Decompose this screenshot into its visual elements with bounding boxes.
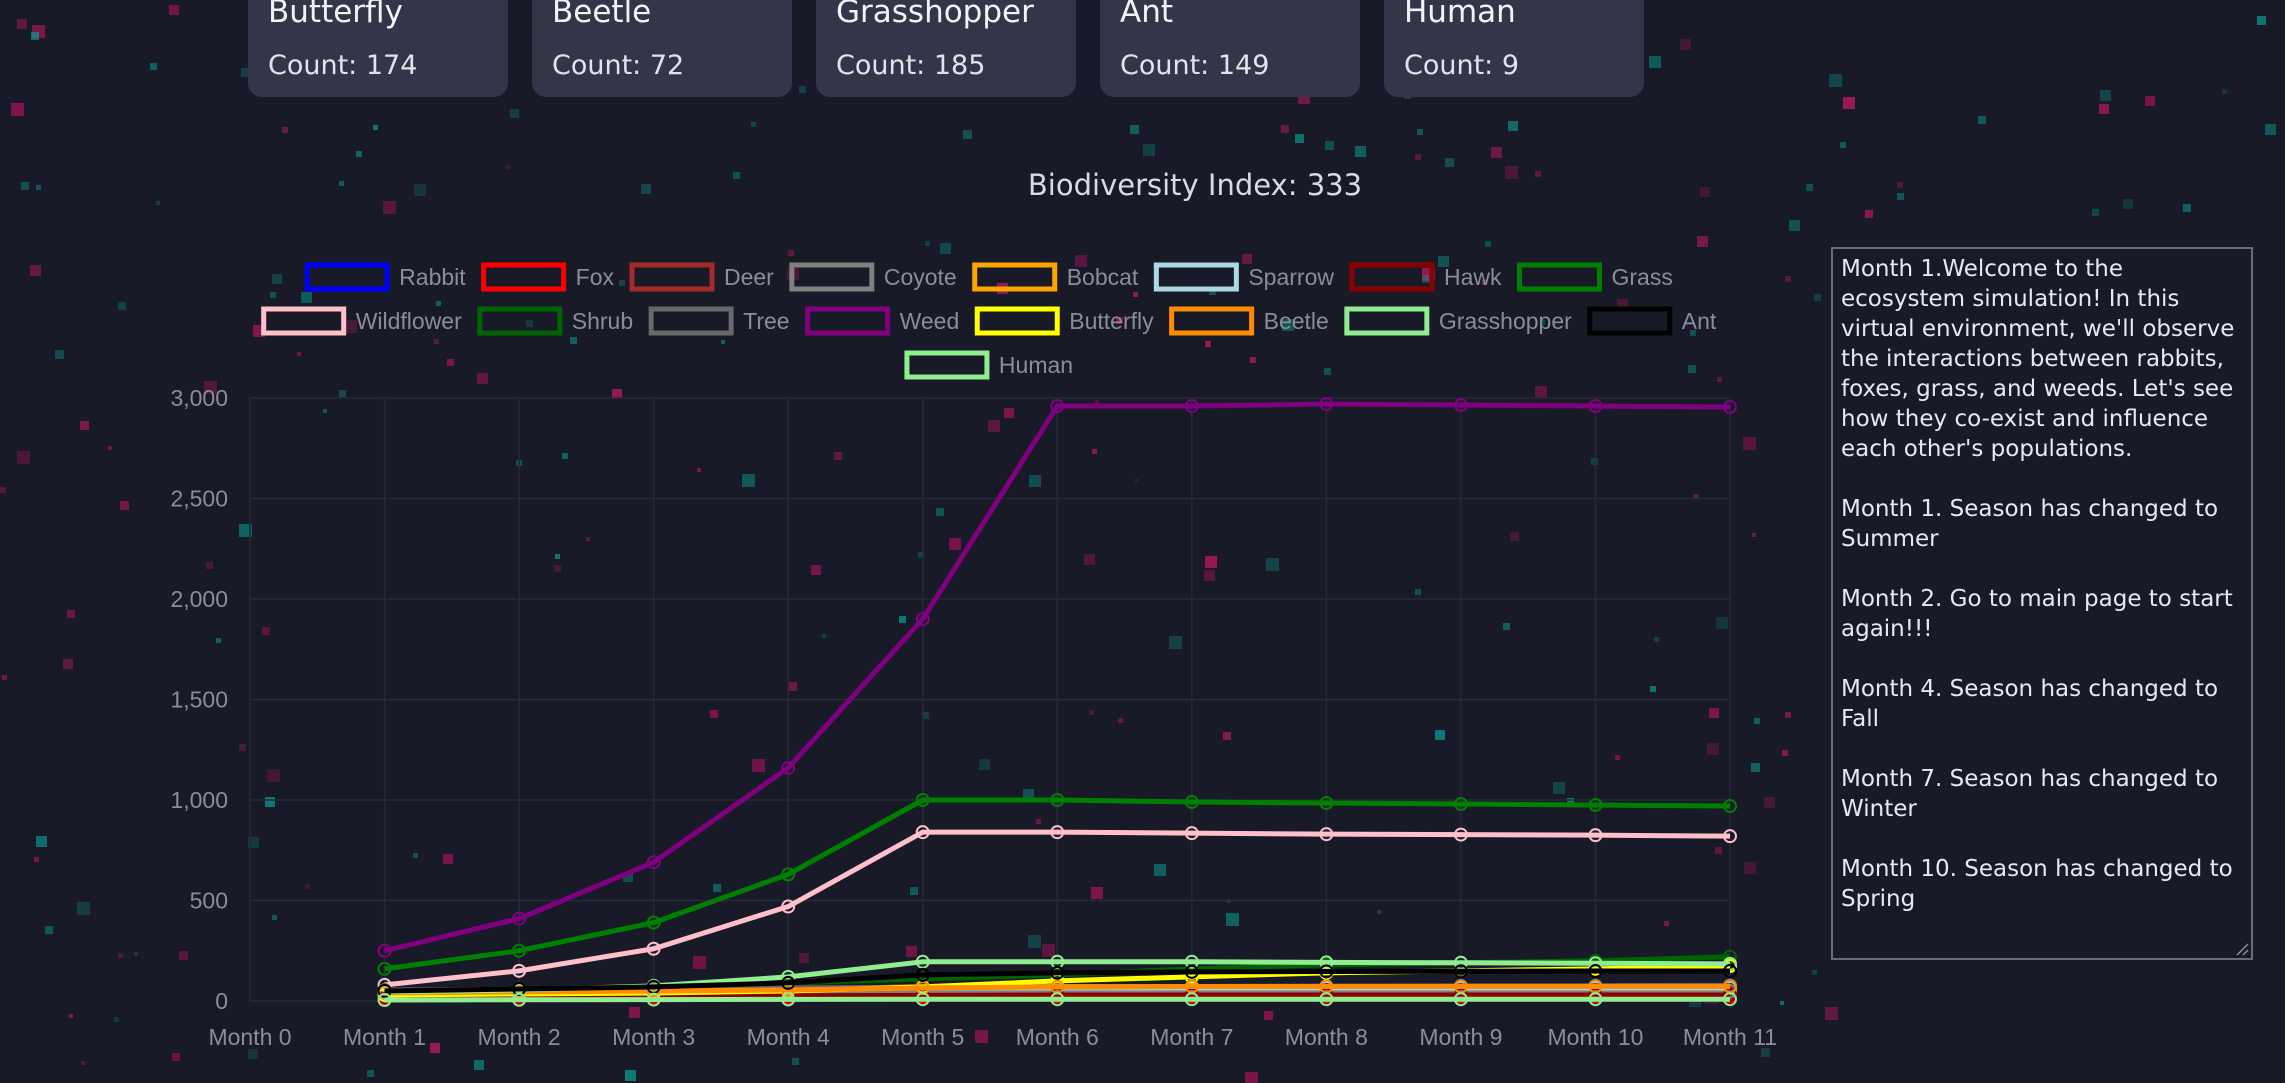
legend-item-human[interactable]: Human [904,350,1073,380]
legend-swatch [1169,306,1255,336]
legend-swatch [805,306,891,336]
legend-item-tree[interactable]: Tree [648,306,790,336]
legend-item-grasshopper[interactable]: Grasshopper [1344,306,1572,336]
x-tick-label: Month 7 [1150,1024,1233,1050]
legend-item-fox[interactable]: Fox [481,262,615,292]
x-tick-label: Month 10 [1548,1024,1644,1050]
log-entry: Month 2. Go to main page to start again!… [1841,586,2233,642]
series-line [384,996,1730,1003]
y-tick-label: 500 [190,888,228,914]
legend-label: Tree [743,308,789,334]
legend-label: Fox [576,264,615,290]
log-entry: Month 1.Welcome to the ecosystem simulat… [1841,256,2235,462]
legend-label: Rabbit [399,264,466,290]
legend-swatch [1344,306,1430,336]
y-tick-label: 2,500 [170,486,228,512]
log-entry: Month 10. Season has changed to Spring [1841,856,2233,912]
legend-item-weed[interactable]: Weed [805,306,960,336]
x-tick-label: Month 6 [1016,1024,1099,1050]
legend-label: Wildflower [356,308,462,334]
legend-swatch [972,262,1058,292]
x-tick-label: Month 1 [343,1024,426,1050]
x-tick-label: Month 5 [881,1024,964,1050]
legend-swatch [304,262,390,292]
legend-label: Grass [1611,264,1672,290]
legend-label: Coyote [884,264,957,290]
legend-swatch [481,262,567,292]
legend-item-wildflower[interactable]: Wildflower [261,306,462,336]
legend-swatch [1516,262,1602,292]
legend-label: Human [999,352,1073,378]
legend-swatch [629,262,715,292]
event-log-textarea[interactable]: Month 1.Welcome to the ecosystem simulat… [1831,247,2253,960]
legend-label: Shrub [572,308,633,334]
resize-grip-icon[interactable] [2235,942,2249,956]
log-entry: Month 4. Season has changed to Fall [1841,676,2219,732]
log-entry: Month 1. Season has changed to Summer [1841,496,2219,552]
legend-item-bobcat[interactable]: Bobcat [972,262,1139,292]
y-tick-label: 1,000 [170,787,228,813]
legend-label: Deer [724,264,774,290]
legend-label: Sparrow [1248,264,1334,290]
legend-swatch [261,306,347,336]
legend-item-hawk[interactable]: Hawk [1349,262,1502,292]
legend-label: Butterfly [1069,308,1154,334]
x-tick-label: Month 4 [747,1024,830,1050]
legend-label: Hawk [1444,264,1502,290]
x-tick-label: Month 2 [478,1024,561,1050]
legend-swatch [1349,262,1435,292]
legend-item-butterfly[interactable]: Butterfly [974,306,1154,336]
log-entry: Month 7. Season has changed to Winter [1841,766,2219,822]
legend-swatch [648,306,734,336]
legend-swatch [477,306,563,336]
x-tick-label: Month 0 [208,1024,291,1050]
legend-item-beetle[interactable]: Beetle [1169,306,1329,336]
legend-item-deer[interactable]: Deer [629,262,774,292]
legend-label: Weed [900,308,960,334]
legend-item-coyote[interactable]: Coyote [789,262,957,292]
grid [249,397,1731,1002]
x-tick-label: Month 8 [1285,1024,1368,1050]
legend-swatch [974,306,1060,336]
legend-swatch [1587,306,1673,336]
x-tick-label: Month 11 [1683,1024,1777,1050]
legend-item-sparrow[interactable]: Sparrow [1153,262,1334,292]
legend-item-shrub[interactable]: Shrub [477,306,633,336]
legend-item-rabbit[interactable]: Rabbit [304,262,466,292]
legend-label: Grasshopper [1439,308,1572,334]
legend-item-grass[interactable]: Grass [1516,262,1673,292]
legend-label: Ant [1682,308,1717,334]
x-tick-label: Month 3 [612,1024,695,1050]
y-tick-label: 3,000 [170,385,228,411]
legend-swatch [789,262,875,292]
legend-swatch [904,350,990,380]
y-tick-label: 2,000 [170,586,228,612]
legend-item-ant[interactable]: Ant [1587,306,1717,336]
legend-label: Bobcat [1067,264,1139,290]
y-tick-label: 0 [215,988,228,1014]
y-tick-label: 1,500 [170,687,228,713]
legend-label: Beetle [1264,308,1329,334]
legend-swatch [1153,262,1239,292]
x-tick-label: Month 9 [1419,1024,1502,1050]
